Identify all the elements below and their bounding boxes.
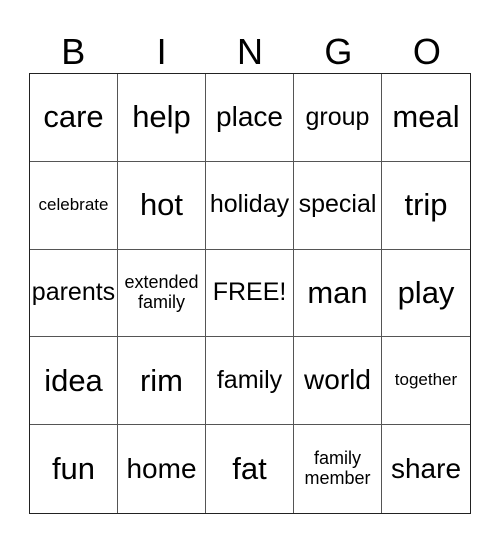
bingo-cell[interactable]: parents (30, 249, 118, 338)
header-letter-g: G (324, 31, 353, 72)
header-letter-n: N (237, 31, 264, 72)
bingo-cell[interactable]: help (118, 74, 206, 162)
header-letter-b: B (61, 31, 86, 72)
bingo-cell[interactable]: group (294, 74, 382, 162)
bingo-header: B I N G O (29, 30, 471, 73)
bingo-grid: care help place group meal celebrate hot holida… (29, 73, 471, 514)
bingo-cell[interactable]: idea (30, 337, 118, 426)
bingo-cell[interactable]: share (382, 425, 470, 513)
bingo-cell[interactable]: family member (294, 425, 382, 513)
bingo-cell[interactable]: trip (382, 162, 470, 250)
bingo-cell[interactable]: fat (206, 425, 294, 513)
bingo-cell[interactable]: family (206, 337, 294, 426)
bingo-cell[interactable]: care (30, 74, 118, 162)
bingo-cell[interactable]: fun (30, 425, 118, 513)
bingo-cell[interactable]: extended family (118, 249, 206, 338)
bingo-cell[interactable]: man (294, 249, 382, 338)
bingo-cell[interactable]: meal (382, 74, 470, 162)
bingo-cell[interactable]: together (382, 337, 470, 426)
bingo-cell[interactable]: place (206, 74, 294, 162)
bingo-cell[interactable]: hot (118, 161, 206, 250)
bingo-cell[interactable]: celebrate (30, 161, 118, 250)
header-letter-o: O (412, 31, 441, 72)
bingo-free-space[interactable]: FREE! (206, 249, 294, 338)
header-letter-i: I (156, 31, 167, 72)
bingo-cell[interactable]: play (382, 250, 470, 338)
bingo-cell[interactable]: special (294, 161, 382, 250)
bingo-cell[interactable]: rim (118, 337, 206, 426)
bingo-cell[interactable]: home (118, 425, 206, 513)
bingo-cell[interactable]: world (294, 337, 382, 426)
bingo-cell[interactable]: holiday (206, 161, 294, 250)
